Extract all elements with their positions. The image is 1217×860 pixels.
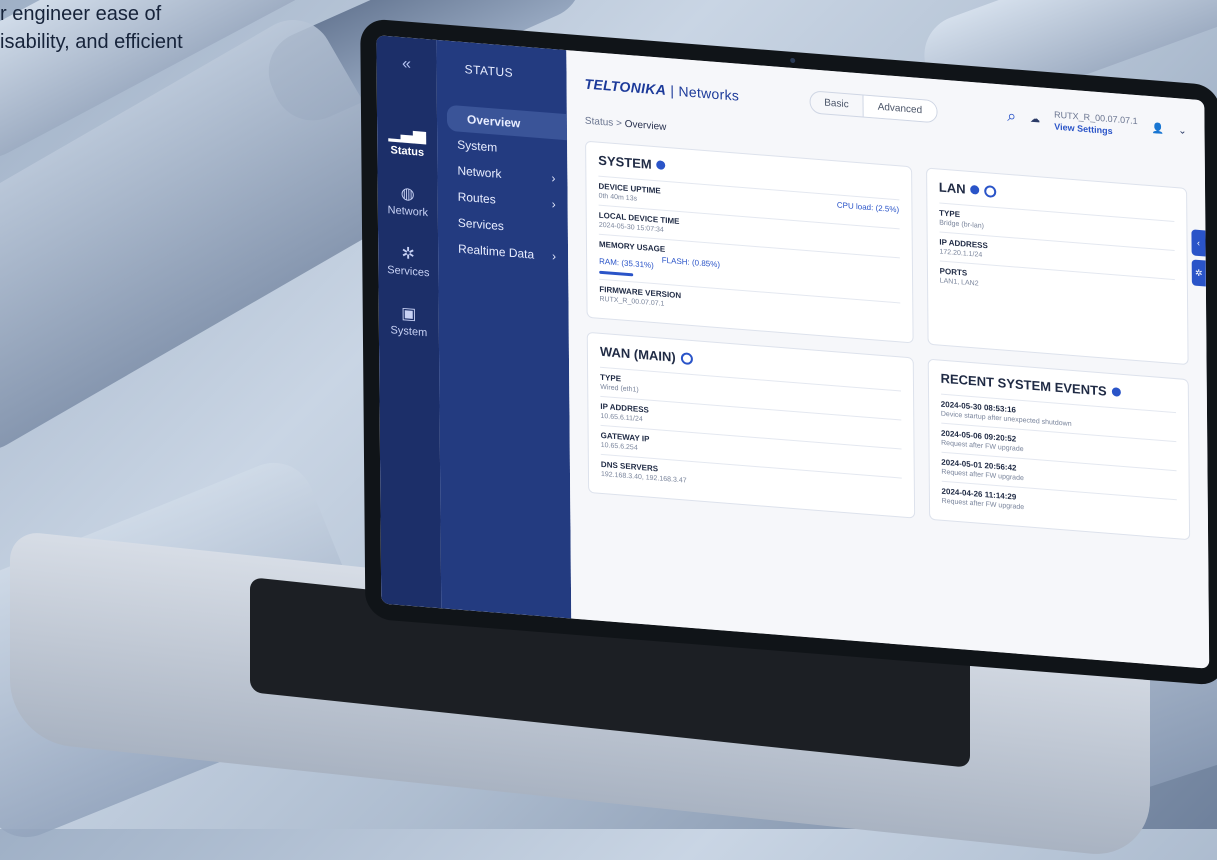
lan-card: LAN TYPE Bridge (br-lan) IP ADDRESS 172.… bbox=[926, 167, 1189, 365]
rail-item-status[interactable]: ▁▃▅ Status bbox=[389, 122, 426, 159]
icon-rail: « ▁▃▅ Status ◍ Network ✲ Services ▣ Syst… bbox=[376, 35, 441, 608]
wan-card: WAN (MAIN) TYPE Wired (eth1) IP ADDRESS … bbox=[587, 332, 915, 519]
hero-line-2: isability, and efficient bbox=[0, 28, 183, 56]
rail-item-label: System bbox=[390, 324, 427, 339]
logo-suffix: Networks bbox=[678, 83, 739, 104]
gear-icon: ✲ bbox=[1195, 268, 1203, 279]
main-content: TELTONIKA | Networks Basic Advanced ⌕ ☁ … bbox=[566, 50, 1209, 669]
collapse-icon[interactable]: « bbox=[402, 55, 411, 74]
flash-link[interactable]: FLASH: (0.85%) bbox=[662, 256, 720, 284]
screen: « ▁▃▅ Status ◍ Network ✲ Services ▣ Syst… bbox=[376, 35, 1209, 669]
overview-cards: SYSTEM DEVICE UPTIME 0th 40m 13s CPU loa… bbox=[585, 141, 1190, 541]
sidebar-item-label: Network bbox=[457, 164, 501, 181]
breadcrumb-root[interactable]: Status bbox=[585, 116, 613, 129]
logo-divider: | bbox=[666, 82, 678, 99]
settings-icon[interactable] bbox=[681, 352, 693, 365]
breadcrumb-separator: > bbox=[613, 118, 625, 130]
panel-settings-button[interactable]: ✲ bbox=[1192, 259, 1206, 286]
globe-icon: ◍ bbox=[387, 182, 428, 205]
mode-advanced-button[interactable]: Advanced bbox=[863, 95, 937, 122]
view-settings-link[interactable]: View Settings bbox=[1054, 122, 1112, 137]
sidebar-item-label: Services bbox=[458, 216, 504, 234]
ram-bar bbox=[599, 271, 633, 277]
camera-dot bbox=[790, 58, 795, 63]
chevron-right-icon: › bbox=[552, 249, 556, 263]
sidebar-item-label: System bbox=[457, 138, 497, 155]
chevron-down-icon[interactable]: ⌄ bbox=[1178, 125, 1186, 137]
search-icon[interactable]: ⌕ bbox=[1007, 108, 1016, 127]
laptop-lid: « ▁▃▅ Status ◍ Network ✲ Services ▣ Syst… bbox=[360, 18, 1217, 686]
hero-text: r engineer ease of isability, and effici… bbox=[0, 0, 183, 56]
info-icon[interactable] bbox=[657, 160, 666, 170]
sidebar-header: STATUS bbox=[464, 62, 566, 84]
gear-icon: ✲ bbox=[387, 242, 429, 265]
panel-expand-button[interactable]: ‹ bbox=[1191, 229, 1205, 256]
rail-item-label: Status bbox=[390, 144, 424, 159]
rail-item-system[interactable]: ▣ System bbox=[390, 302, 427, 339]
sidebar-item-label: Overview bbox=[467, 112, 520, 130]
chevron-left-icon: ‹ bbox=[1197, 238, 1200, 248]
top-tools: ⌕ ☁ RUTX_R_00.07.07.1 View Settings 👤 ⌄ bbox=[1007, 105, 1187, 143]
rail-item-network[interactable]: ◍ Network bbox=[387, 182, 428, 219]
hero-line-1: r engineer ease of bbox=[0, 0, 183, 28]
user-icon[interactable]: 👤 bbox=[1152, 123, 1165, 135]
cloud-icon[interactable]: ☁ bbox=[1030, 113, 1040, 125]
lan-title: LAN bbox=[939, 179, 966, 196]
system-title: SYSTEM bbox=[598, 153, 652, 172]
signal-icon: ▁▃▅ bbox=[389, 122, 426, 145]
sidebar: STATUS Overview System Network › Routes … bbox=[436, 40, 571, 619]
chevron-right-icon: › bbox=[551, 171, 555, 185]
breadcrumb-current: Overview bbox=[625, 119, 667, 133]
system-card: SYSTEM DEVICE UPTIME 0th 40m 13s CPU loa… bbox=[585, 141, 913, 344]
chevron-right-icon: › bbox=[552, 197, 556, 211]
mode-toggle: Basic Advanced bbox=[809, 90, 937, 123]
top-bar: TELTONIKA | Networks Basic Advanced ⌕ ☁ … bbox=[584, 66, 1186, 149]
laptop: « ▁▃▅ Status ◍ Network ✲ Services ▣ Syst… bbox=[260, 0, 1217, 708]
events-title: RECENT SYSTEM EVENTS bbox=[940, 371, 1106, 399]
file-icon: ▣ bbox=[390, 302, 427, 325]
rail-item-label: Network bbox=[388, 204, 428, 219]
cpu-load-link[interactable]: CPU load: (2.5%) bbox=[837, 200, 899, 223]
sidebar-item-label: Routes bbox=[458, 190, 496, 207]
ram-link[interactable]: RAM: (35.31%) bbox=[599, 257, 654, 270]
logo-brand: TELTONIKA bbox=[585, 76, 667, 98]
settings-icon[interactable] bbox=[985, 185, 997, 198]
info-icon[interactable] bbox=[1112, 387, 1121, 397]
sidebar-item-label: Realtime Data bbox=[458, 242, 534, 262]
mode-basic-button[interactable]: Basic bbox=[810, 91, 863, 116]
rail-item-label: Services bbox=[387, 264, 429, 279]
brand-logo[interactable]: TELTONIKA | Networks bbox=[585, 76, 740, 104]
rail-item-services[interactable]: ✲ Services bbox=[387, 242, 429, 279]
events-card: RECENT SYSTEM EVENTS 2024-05-30 08:53:16… bbox=[927, 359, 1190, 541]
wan-title: WAN (MAIN) bbox=[600, 344, 676, 365]
device-info: RUTX_R_00.07.07.1 View Settings bbox=[1054, 109, 1138, 140]
info-icon[interactable] bbox=[971, 185, 980, 195]
